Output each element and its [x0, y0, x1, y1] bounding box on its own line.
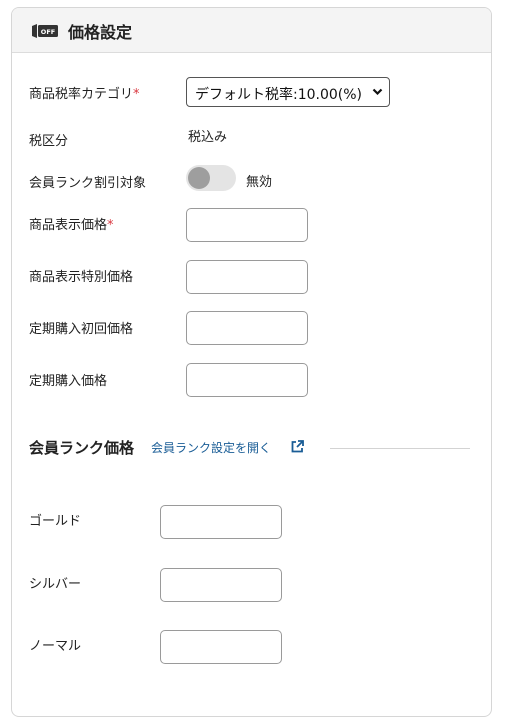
chevron-down-icon	[372, 88, 383, 96]
price-settings-panel: OFF 価格設定 商品税率カテゴリ* デフォルト税率:10.00(%) 税区分 …	[11, 7, 492, 717]
section-divider	[330, 448, 470, 449]
rank-gold-price-input[interactable]	[160, 505, 282, 539]
panel-title: 価格設定	[68, 23, 133, 42]
subscription-first-price-input[interactable]	[186, 311, 308, 345]
rank-silver-label: シルバー	[29, 577, 82, 592]
tax-category-select[interactable]: デフォルト税率:10.00(%)	[186, 77, 390, 107]
display-price-label: 商品表示価格*	[29, 218, 114, 233]
required-mark: *	[107, 218, 114, 233]
member-discount-toggle[interactable]	[186, 165, 236, 191]
tax-type-label: 税区分	[29, 134, 69, 149]
subscription-price-input[interactable]	[186, 363, 308, 397]
display-price-input[interactable]	[186, 208, 308, 242]
member-discount-label: 会員ランク割引対象	[29, 176, 147, 191]
price-tag-off-icon: OFF	[32, 24, 58, 38]
subscription-first-price-label: 定期購入初回価格	[29, 322, 134, 337]
tax-category-label: 商品税率カテゴリ*	[29, 87, 140, 102]
rank-normal-label: ノーマル	[29, 639, 82, 654]
rank-silver-price-input[interactable]	[160, 568, 282, 602]
toggle-knob	[188, 167, 210, 189]
subscription-price-label: 定期購入価格	[29, 374, 108, 389]
required-mark: *	[133, 87, 140, 102]
member-rank-price-title: 会員ランク価格	[29, 439, 135, 457]
rank-gold-label: ゴールド	[29, 514, 82, 529]
member-discount-status: 無効	[246, 175, 273, 190]
tax-category-selected-value: デフォルト税率:10.00(%)	[195, 87, 363, 103]
rank-normal-price-input[interactable]	[160, 630, 282, 664]
tax-type-value: 税込み	[188, 130, 228, 145]
panel-header: OFF 価格設定	[12, 8, 491, 53]
svg-text:OFF: OFF	[41, 28, 55, 36]
special-price-label: 商品表示特別価格	[29, 270, 134, 285]
member-rank-settings-link[interactable]: 会員ランク設定を開く	[151, 439, 271, 456]
special-price-input[interactable]	[186, 260, 308, 294]
external-link-icon[interactable]	[291, 440, 304, 453]
